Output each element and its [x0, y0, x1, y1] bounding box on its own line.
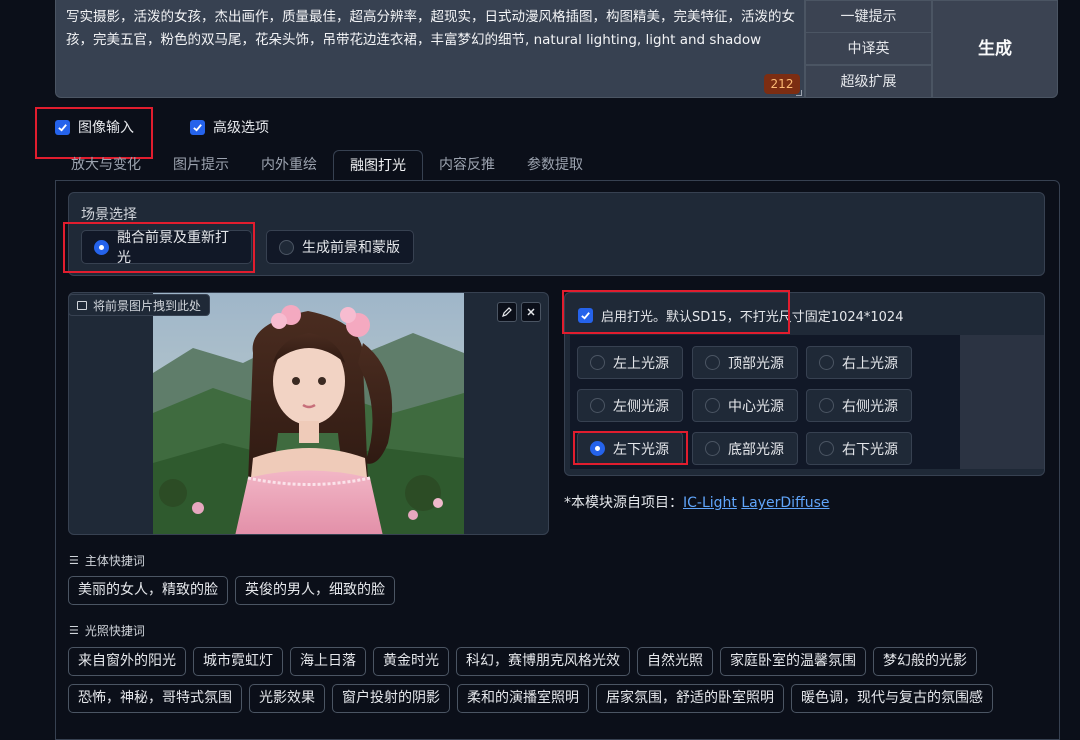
credit-prefix: *本模块源自项目： — [564, 495, 683, 511]
lighting-shortcut-chip[interactable]: 居家氛围，舒适的卧室照明 — [596, 684, 784, 713]
image-dropzone-label: 将前景图片拽到此处 — [68, 294, 211, 316]
advanced-options-checkbox[interactable]: 高级选项 — [190, 117, 269, 137]
resize-handle-icon[interactable] — [796, 90, 802, 96]
checkbox-checked-icon — [190, 119, 205, 135]
light-source-bottom[interactable]: 底部光源 — [692, 432, 798, 465]
radio-unselected-icon — [590, 355, 605, 370]
generate-button[interactable]: 生成 — [932, 0, 1058, 98]
light-source-center[interactable]: 中心光源 — [692, 389, 798, 422]
lighting-shortcuts-title: ☰ 光照快捷词 — [69, 622, 145, 639]
radio-unselected-icon — [705, 398, 720, 413]
light-source-label: 中心光源 — [728, 398, 784, 415]
light-source-label: 底部光源 — [728, 441, 784, 458]
highlight-box-enable-lighting — [562, 290, 790, 334]
light-source-right[interactable]: 右侧光源 — [806, 389, 912, 422]
lighting-shortcut-chip[interactable]: 恐怖，神秘，哥特式氛围 — [68, 684, 242, 713]
lighting-shortcut-chip[interactable]: 城市霓虹灯 — [193, 647, 283, 676]
lighting-shortcut-chip[interactable]: 柔和的演播室照明 — [457, 684, 589, 713]
token-count-badge: 212 — [764, 74, 800, 94]
close-icon — [527, 308, 535, 316]
tab-inpaint-outpaint[interactable]: 内外重绘 — [245, 150, 333, 180]
radio-unselected-icon — [819, 441, 834, 456]
list-icon: ☰ — [69, 554, 79, 567]
scene-selection-title: 场景选择 — [81, 207, 137, 223]
lighting-shortcut-chip[interactable]: 黄金时光 — [373, 647, 449, 676]
lighting-shortcuts-label: 光照快捷词 — [84, 624, 145, 638]
light-source-top[interactable]: 顶部光源 — [692, 346, 798, 379]
foreground-image-dropzone[interactable] — [68, 292, 549, 535]
radio-unselected-icon — [590, 398, 605, 413]
light-source-label: 左侧光源 — [613, 398, 669, 415]
subject-shortcuts-list: 美丽的女人，精致的脸 英俊的男人，细致的脸 — [68, 576, 395, 605]
tab-metadata[interactable]: 参数提取 — [511, 150, 599, 180]
advanced-options-label: 高级选项 — [213, 120, 269, 136]
radio-unselected-icon — [819, 398, 834, 413]
light-source-label: 右下光源 — [842, 441, 898, 458]
light-source-label: 顶部光源 — [728, 355, 784, 372]
foreground-image — [153, 293, 464, 534]
radio-unselected-icon — [705, 441, 720, 456]
translate-button[interactable]: 中译英 — [805, 32, 932, 65]
light-grid-side — [960, 335, 1044, 469]
layerdiffuse-link[interactable]: LayerDiffuse — [741, 495, 829, 511]
light-source-left[interactable]: 左侧光源 — [577, 389, 683, 422]
ic-light-link[interactable]: IC-Light — [683, 495, 737, 511]
scene-option-foreground-mask[interactable]: 生成前景和蒙版 — [266, 230, 414, 264]
lighting-shortcut-chip[interactable]: 暖色调，现代与复古的氛围感 — [791, 684, 993, 713]
subject-shortcuts-title: ☰ 主体快捷词 — [69, 552, 145, 569]
lighting-shortcut-chip[interactable]: 海上日落 — [290, 647, 366, 676]
tab-blend-relight[interactable]: 融图打光 — [333, 150, 423, 180]
radio-unselected-icon — [705, 355, 720, 370]
tab-describe[interactable]: 内容反推 — [423, 150, 511, 180]
module-credit: *本模块源自项目：IC-Light LayerDiffuse — [564, 492, 830, 512]
subject-shortcut-chip[interactable]: 英俊的男人，细致的脸 — [235, 576, 395, 605]
tab-image-prompt[interactable]: 图片提示 — [157, 150, 245, 180]
tab-upscale[interactable]: 放大与变化 — [55, 150, 157, 180]
lighting-shortcut-chip[interactable]: 自然光照 — [637, 647, 713, 676]
radio-unselected-icon — [279, 239, 294, 255]
highlight-box-bottom-left — [573, 431, 688, 465]
image-icon — [77, 300, 87, 310]
lighting-shortcut-chip[interactable]: 窗户投射的阴影 — [332, 684, 450, 713]
lighting-shortcuts-row-2: 恐怖，神秘，哥特式氛围 光影效果 窗户投射的阴影 柔和的演播室照明 居家氛围，舒… — [68, 684, 993, 713]
clear-image-button[interactable] — [521, 302, 541, 322]
light-source-label: 右上光源 — [842, 355, 898, 372]
lighting-shortcut-chip[interactable]: 家庭卧室的温馨氛围 — [720, 647, 866, 676]
lighting-shortcuts-row-1: 来自窗外的阳光 城市霓虹灯 海上日落 黄金时光 科幻，赛博朋克风格光效 自然光照… — [68, 647, 977, 676]
scene-option-label: 生成前景和蒙版 — [302, 240, 400, 256]
light-source-bottom-right[interactable]: 右下光源 — [806, 432, 912, 465]
lighting-shortcut-chip[interactable]: 科幻，赛博朋克风格光效 — [456, 647, 630, 676]
tab-bar: 放大与变化 图片提示 内外重绘 融图打光 内容反推 参数提取 — [55, 150, 599, 180]
lighting-shortcut-chip[interactable]: 光影效果 — [249, 684, 325, 713]
subject-shortcuts-label: 主体快捷词 — [84, 554, 145, 568]
edit-image-button[interactable] — [497, 302, 517, 322]
list-icon: ☰ — [69, 624, 79, 637]
highlight-box-scene — [63, 222, 255, 273]
light-source-label: 左上光源 — [613, 355, 669, 372]
light-source-top-left[interactable]: 左上光源 — [577, 346, 683, 379]
subject-shortcut-chip[interactable]: 美丽的女人，精致的脸 — [68, 576, 228, 605]
image-dropzone-text: 将前景图片拽到此处 — [93, 298, 202, 313]
prompt-text[interactable]: 写实摄影，活泼的女孩，杰出画作，质量最佳，超高分辨率，超现实，日式动漫风格插图，… — [66, 6, 800, 52]
auto-prompt-button[interactable]: 一键提示 — [805, 0, 932, 33]
pencil-icon — [502, 307, 512, 317]
lighting-shortcut-chip[interactable]: 梦幻般的光影 — [873, 647, 977, 676]
light-source-label: 右侧光源 — [842, 398, 898, 415]
light-source-top-right[interactable]: 右上光源 — [806, 346, 912, 379]
super-expand-button[interactable]: 超级扩展 — [805, 65, 932, 98]
radio-unselected-icon — [819, 355, 834, 370]
lighting-shortcut-chip[interactable]: 来自窗外的阳光 — [68, 647, 186, 676]
